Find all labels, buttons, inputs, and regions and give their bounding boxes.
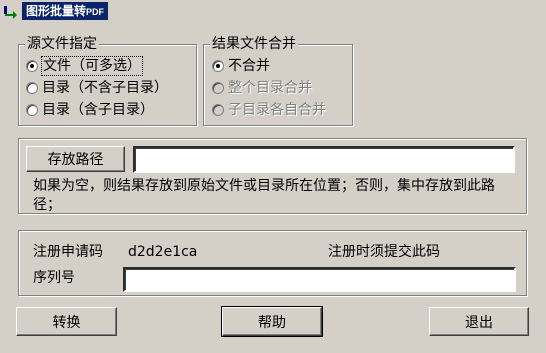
radio-button-icon[interactable] <box>212 60 224 72</box>
radio-button-icon <box>212 104 224 116</box>
merge-radio-subdirs-label: 子目录各自合并 <box>228 102 326 118</box>
source-radio-dir-no-sub-label: 目录（不含子目录） <box>42 80 168 96</box>
request-code-note: 注册时须提交此码 <box>328 244 440 260</box>
exit-button[interactable]: 退出 <box>429 307 529 336</box>
convert-button[interactable]: 转换 <box>16 307 117 336</box>
request-code-field: d2d2e1ca <box>123 239 316 265</box>
app-window: 图形批量转PDF 源文件指定 文件（可多选） 目录（不含子目录） 目录（含子目录… <box>0 0 546 353</box>
source-radio-dir-sub-label: 目录（含子目录） <box>42 102 154 118</box>
radio-button-icon[interactable] <box>26 60 38 72</box>
source-radio-dir-no-sub[interactable]: 目录（不含子目录） <box>26 79 168 97</box>
merge-radio-subdirs: 子目录各自合并 <box>212 101 326 119</box>
merge-radio-whole-dir-label: 整个目录合并 <box>228 80 312 96</box>
merge-radio-whole-dir: 整个目录合并 <box>212 79 312 97</box>
app-arrow-icon <box>3 3 19 19</box>
window-title-suffix: PDF <box>86 7 105 17</box>
merge-group-legend: 结果文件合并 <box>210 36 298 52</box>
title-bar[interactable]: 图形批量转PDF <box>0 0 546 22</box>
radio-button-icon[interactable] <box>26 82 38 94</box>
request-code-label: 注册申请码 <box>33 244 103 260</box>
merge-radio-none-label: 不合并 <box>228 58 270 74</box>
source-radio-files[interactable]: 文件（可多选） <box>26 56 143 76</box>
source-radio-dir-sub[interactable]: 目录（含子目录） <box>26 101 154 119</box>
radio-button-icon[interactable] <box>26 104 38 116</box>
source-radio-files-label: 文件（可多选） <box>41 56 143 76</box>
window-title: 图形批量转PDF <box>22 2 109 20</box>
source-group-legend: 源文件指定 <box>25 36 99 52</box>
serial-label: 序列号 <box>33 270 75 286</box>
radio-button-icon <box>212 82 224 94</box>
serial-input[interactable] <box>123 267 516 292</box>
merge-radio-none[interactable]: 不合并 <box>212 57 270 75</box>
output-path-hint: 如果为空，则结果存放到原始文件或目录所在位置；否则，集中存放到此路径； <box>33 178 495 213</box>
output-path-input[interactable] <box>133 146 515 173</box>
window-title-main: 图形批量转 <box>26 4 87 18</box>
output-path-button[interactable]: 存放路径 <box>26 146 125 172</box>
help-button[interactable]: 帮助 <box>221 306 323 337</box>
